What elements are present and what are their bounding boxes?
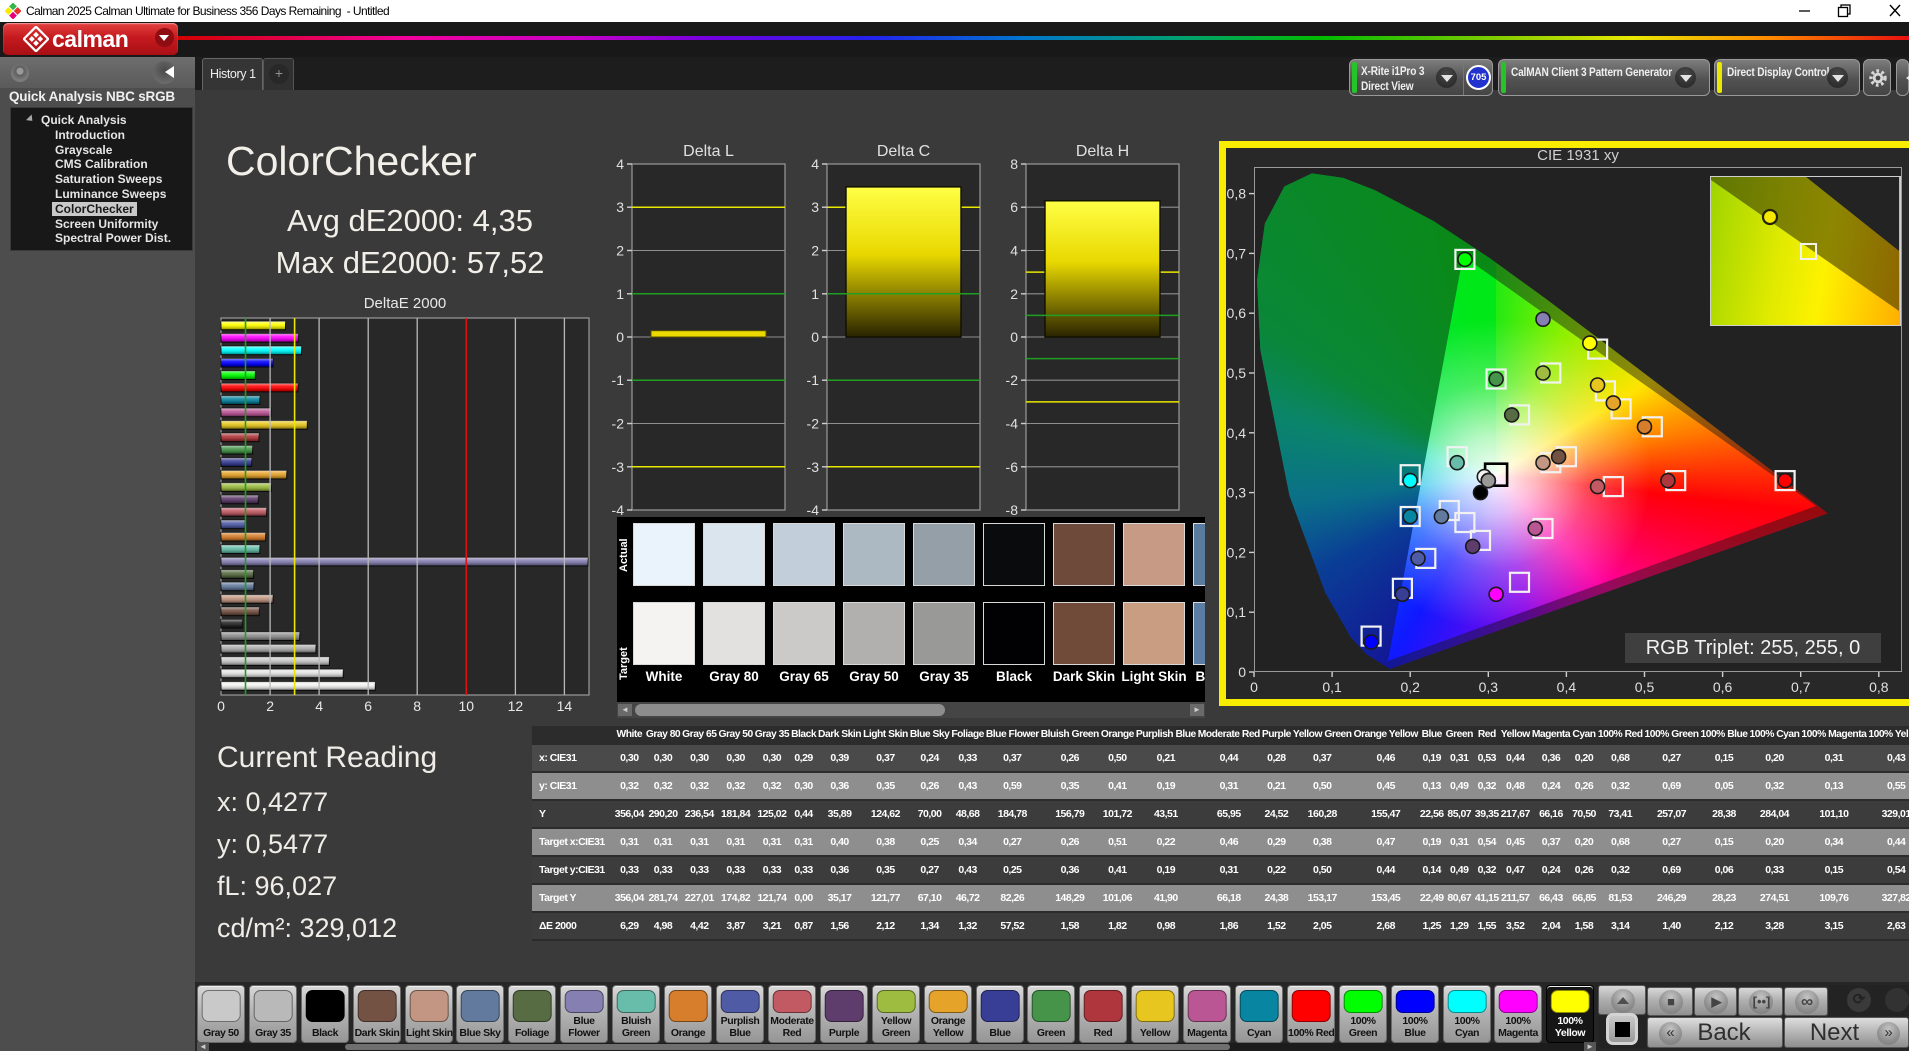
svg-text:0: 0 xyxy=(1250,679,1258,695)
svg-text:0,3: 0,3 xyxy=(1479,679,1499,695)
svg-text:8: 8 xyxy=(413,698,421,714)
svg-text:0,8: 0,8 xyxy=(1227,186,1247,202)
svg-text:2: 2 xyxy=(1010,286,1018,302)
svg-text:-4: -4 xyxy=(1006,416,1019,432)
svg-text:0: 0 xyxy=(217,698,225,714)
svg-text:2: 2 xyxy=(811,243,819,259)
svg-text:0,5: 0,5 xyxy=(1635,679,1655,695)
svg-text:6: 6 xyxy=(1010,199,1018,215)
svg-text:2: 2 xyxy=(266,698,274,714)
svg-text:0,2: 0,2 xyxy=(1227,544,1247,560)
svg-text:1: 1 xyxy=(811,286,819,302)
svg-text:14: 14 xyxy=(557,698,573,714)
svg-text:12: 12 xyxy=(508,698,524,714)
svg-text:3: 3 xyxy=(616,199,624,215)
svg-text:-8: -8 xyxy=(1006,502,1019,518)
svg-text:-3: -3 xyxy=(612,459,625,475)
svg-text:0,1: 0,1 xyxy=(1227,604,1247,620)
svg-text:0,6: 0,6 xyxy=(1227,305,1247,321)
svg-text:-1: -1 xyxy=(807,372,820,388)
svg-text:-2: -2 xyxy=(1006,372,1019,388)
svg-text:0,3: 0,3 xyxy=(1227,485,1247,501)
svg-text:1: 1 xyxy=(616,286,624,302)
svg-text:0,8: 0,8 xyxy=(1869,679,1889,695)
svg-text:0: 0 xyxy=(1238,664,1246,680)
svg-text:0,7: 0,7 xyxy=(1791,679,1811,695)
svg-text:6: 6 xyxy=(364,698,372,714)
svg-text:0,2: 0,2 xyxy=(1400,679,1420,695)
svg-text:DeltaE 2000: DeltaE 2000 xyxy=(364,295,447,312)
svg-text:-4: -4 xyxy=(612,502,625,518)
svg-text:0: 0 xyxy=(811,329,819,345)
svg-text:4: 4 xyxy=(315,698,323,714)
svg-text:-2: -2 xyxy=(807,416,820,432)
svg-text:4: 4 xyxy=(616,156,624,172)
svg-text:2: 2 xyxy=(616,243,624,259)
svg-text:0,7: 0,7 xyxy=(1227,245,1247,261)
svg-text:3: 3 xyxy=(811,199,819,215)
svg-text:10: 10 xyxy=(459,698,475,714)
svg-text:-3: -3 xyxy=(807,459,820,475)
svg-text:-4: -4 xyxy=(807,502,820,518)
svg-text:0,4: 0,4 xyxy=(1557,679,1577,695)
svg-text:0,1: 0,1 xyxy=(1322,679,1342,695)
svg-text:Delta L: Delta L xyxy=(683,143,734,160)
svg-text:0: 0 xyxy=(616,329,624,345)
svg-text:Delta C: Delta C xyxy=(877,143,930,160)
svg-text:-2: -2 xyxy=(612,416,625,432)
svg-text:0,5: 0,5 xyxy=(1227,365,1247,381)
svg-text:-6: -6 xyxy=(1006,459,1019,475)
svg-text:0,4: 0,4 xyxy=(1227,425,1247,441)
svg-text:4: 4 xyxy=(811,156,819,172)
svg-text:Delta H: Delta H xyxy=(1076,143,1129,160)
svg-text:0: 0 xyxy=(1010,329,1018,345)
svg-text:4: 4 xyxy=(1010,243,1018,259)
svg-text:8: 8 xyxy=(1010,156,1018,172)
svg-text:-1: -1 xyxy=(612,372,625,388)
svg-text:0,6: 0,6 xyxy=(1713,679,1733,695)
